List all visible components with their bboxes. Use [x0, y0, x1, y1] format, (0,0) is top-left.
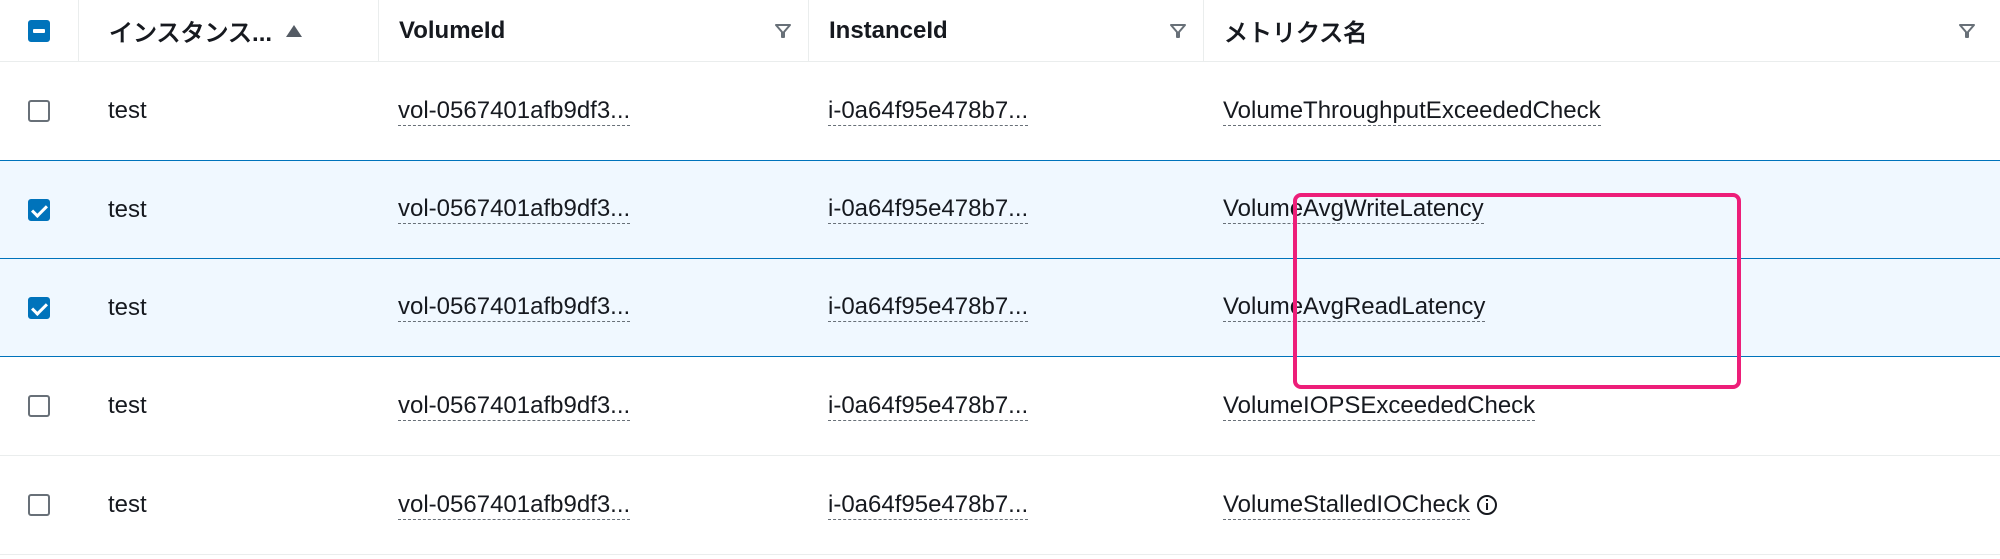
column-label: VolumeId: [399, 17, 505, 45]
table-row: test vol-0567401afb9df3... i-0a64f95e478b7…: [0, 62, 2000, 161]
column-header-volume-id[interactable]: VolumeId: [378, 0, 808, 61]
info-icon[interactable]: [1476, 494, 1498, 516]
instance-name-cell: test: [108, 491, 147, 519]
volume-id-link[interactable]: vol-0567401afb9df3...: [398, 392, 630, 421]
metrics-table: インスタンス... VolumeId InstanceId メトリクス名 tes…: [0, 0, 2000, 555]
metric-name-link[interactable]: VolumeStalledIOCheck: [1223, 491, 1470, 520]
filter-icon[interactable]: [1958, 22, 1976, 40]
column-label: インスタンス...: [109, 13, 272, 48]
table-row: test vol-0567401afb9df3... i-0a64f95e478b7…: [0, 160, 2000, 259]
instance-name-cell: test: [108, 196, 147, 224]
instance-id-link[interactable]: i-0a64f95e478b7...: [828, 97, 1028, 126]
volume-id-link[interactable]: vol-0567401afb9df3...: [398, 491, 630, 520]
table-row: test vol-0567401afb9df3... i-0a64f95e478b7…: [0, 258, 2000, 357]
instance-name-cell: test: [108, 294, 147, 322]
metric-name-link[interactable]: VolumeThroughputExceededCheck: [1223, 97, 1601, 126]
column-header-metric-name[interactable]: メトリクス名: [1203, 0, 1992, 61]
volume-id-link[interactable]: vol-0567401afb9df3...: [398, 97, 630, 126]
row-checkbox[interactable]: [28, 395, 50, 417]
volume-id-link[interactable]: vol-0567401afb9df3...: [398, 293, 630, 322]
filter-icon[interactable]: [774, 22, 792, 40]
table-row: test vol-0567401afb9df3... i-0a64f95e478b7…: [0, 456, 2000, 555]
row-checkbox[interactable]: [28, 199, 50, 221]
instance-id-link[interactable]: i-0a64f95e478b7...: [828, 491, 1028, 520]
volume-id-link[interactable]: vol-0567401afb9df3...: [398, 195, 630, 224]
instance-name-cell: test: [108, 97, 147, 125]
select-all-checkbox[interactable]: [28, 20, 50, 42]
table-header-row: インスタンス... VolumeId InstanceId メトリクス名: [0, 0, 2000, 62]
metric-name-link[interactable]: VolumeIOPSExceededCheck: [1223, 392, 1535, 421]
column-header-instance-id[interactable]: InstanceId: [808, 0, 1203, 61]
column-header-instance-name[interactable]: インスタンス...: [78, 0, 378, 61]
row-checkbox[interactable]: [28, 494, 50, 516]
instance-id-link[interactable]: i-0a64f95e478b7...: [828, 293, 1028, 322]
row-checkbox[interactable]: [28, 297, 50, 319]
filter-icon[interactable]: [1169, 22, 1187, 40]
metric-name-link[interactable]: VolumeAvgReadLatency: [1223, 293, 1485, 322]
table-row: test vol-0567401afb9df3... i-0a64f95e478b7…: [0, 357, 2000, 456]
column-label: メトリクス名: [1224, 13, 1367, 48]
row-checkbox[interactable]: [28, 100, 50, 122]
instance-id-link[interactable]: i-0a64f95e478b7...: [828, 392, 1028, 421]
column-label: InstanceId: [829, 17, 948, 45]
sort-asc-icon: [286, 25, 302, 37]
instance-name-cell: test: [108, 392, 147, 420]
rows-container: test vol-0567401afb9df3... i-0a64f95e478b7…: [0, 62, 2000, 555]
instance-id-link[interactable]: i-0a64f95e478b7...: [828, 195, 1028, 224]
metric-name-link[interactable]: VolumeAvgWriteLatency: [1223, 195, 1484, 224]
